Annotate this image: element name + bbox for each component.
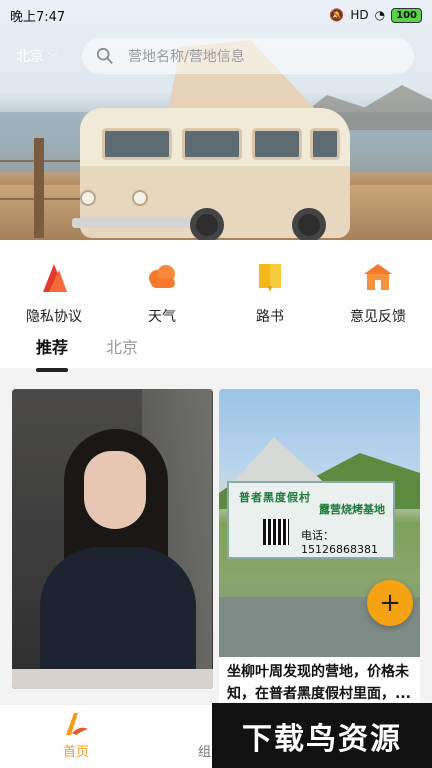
nav-home-label: 首页 [62, 745, 89, 760]
qr-code-icon [263, 519, 289, 545]
status-time: 晚上7:47 [10, 9, 66, 25]
banner-subtitle: 露营烧烤基地 [319, 503, 385, 516]
chevron-down-icon: ﹀ [48, 52, 58, 64]
menu-item-weather[interactable]: 天气 [112, 260, 212, 326]
menu-label: 天气 [148, 309, 176, 325]
banner-phone: 电话：15126868381 [301, 529, 378, 556]
mute-icon: 🔕 [329, 8, 345, 22]
tab-recommended[interactable]: 推荐 [36, 330, 69, 372]
city-label: 北京 [16, 49, 44, 65]
hero-banner-image [0, 0, 432, 240]
campsite-banner: 普者黑度假村 露营烧烤基地 电话：15126868381 [227, 481, 395, 559]
roadbook-icon [259, 264, 281, 292]
city-selector[interactable]: 北京 ﹀ [16, 46, 58, 66]
privacy-icon [43, 264, 67, 292]
search-icon [96, 47, 113, 64]
menu-item-roadbook[interactable]: 路书 [220, 260, 320, 326]
battery-icon: 100 [391, 7, 422, 23]
status-bar: 晚上7:47 🔕 HD ◔ 100 [0, 0, 432, 30]
signal-icon: HD [350, 8, 369, 22]
add-button[interactable]: + [367, 580, 413, 626]
tab-beijing[interactable]: 北京 [106, 330, 138, 366]
menu-item-feedback[interactable]: 意见反馈 [328, 260, 428, 326]
menu-label: 隐私协议 [26, 309, 82, 325]
search-placeholder: 营地名称/营地信息 [128, 49, 245, 65]
menu-item-privacy[interactable]: 隐私协议 [4, 260, 104, 326]
menu-label: 意见反馈 [350, 309, 406, 325]
feed-card[interactable]: 普者黑度假村 露营烧烤基地 电话：15126868381 坐柳叶周发现的营地，价… [219, 389, 420, 709]
wifi-icon: ◔ [374, 8, 386, 22]
nav-second-label[interactable]: 组 [198, 741, 211, 760]
menu-label: 路书 [256, 309, 284, 325]
watermark-text: 下载鸟资源 [212, 703, 432, 768]
banner-title: 普者黑度假村 [239, 491, 311, 504]
feedback-icon [364, 264, 392, 290]
card-title: 坐柳叶周发现的营地，价格未知，在普者黑度假村里面，... [227, 664, 411, 702]
tab-bar: 推荐 北京 [0, 330, 432, 374]
weather-cloud-icon [149, 265, 175, 288]
feed-card[interactable] [12, 389, 213, 689]
home-logo-icon [66, 713, 88, 735]
search-input[interactable]: 营地名称/营地信息 [82, 38, 414, 74]
nav-home[interactable]: 首页 [46, 711, 106, 760]
